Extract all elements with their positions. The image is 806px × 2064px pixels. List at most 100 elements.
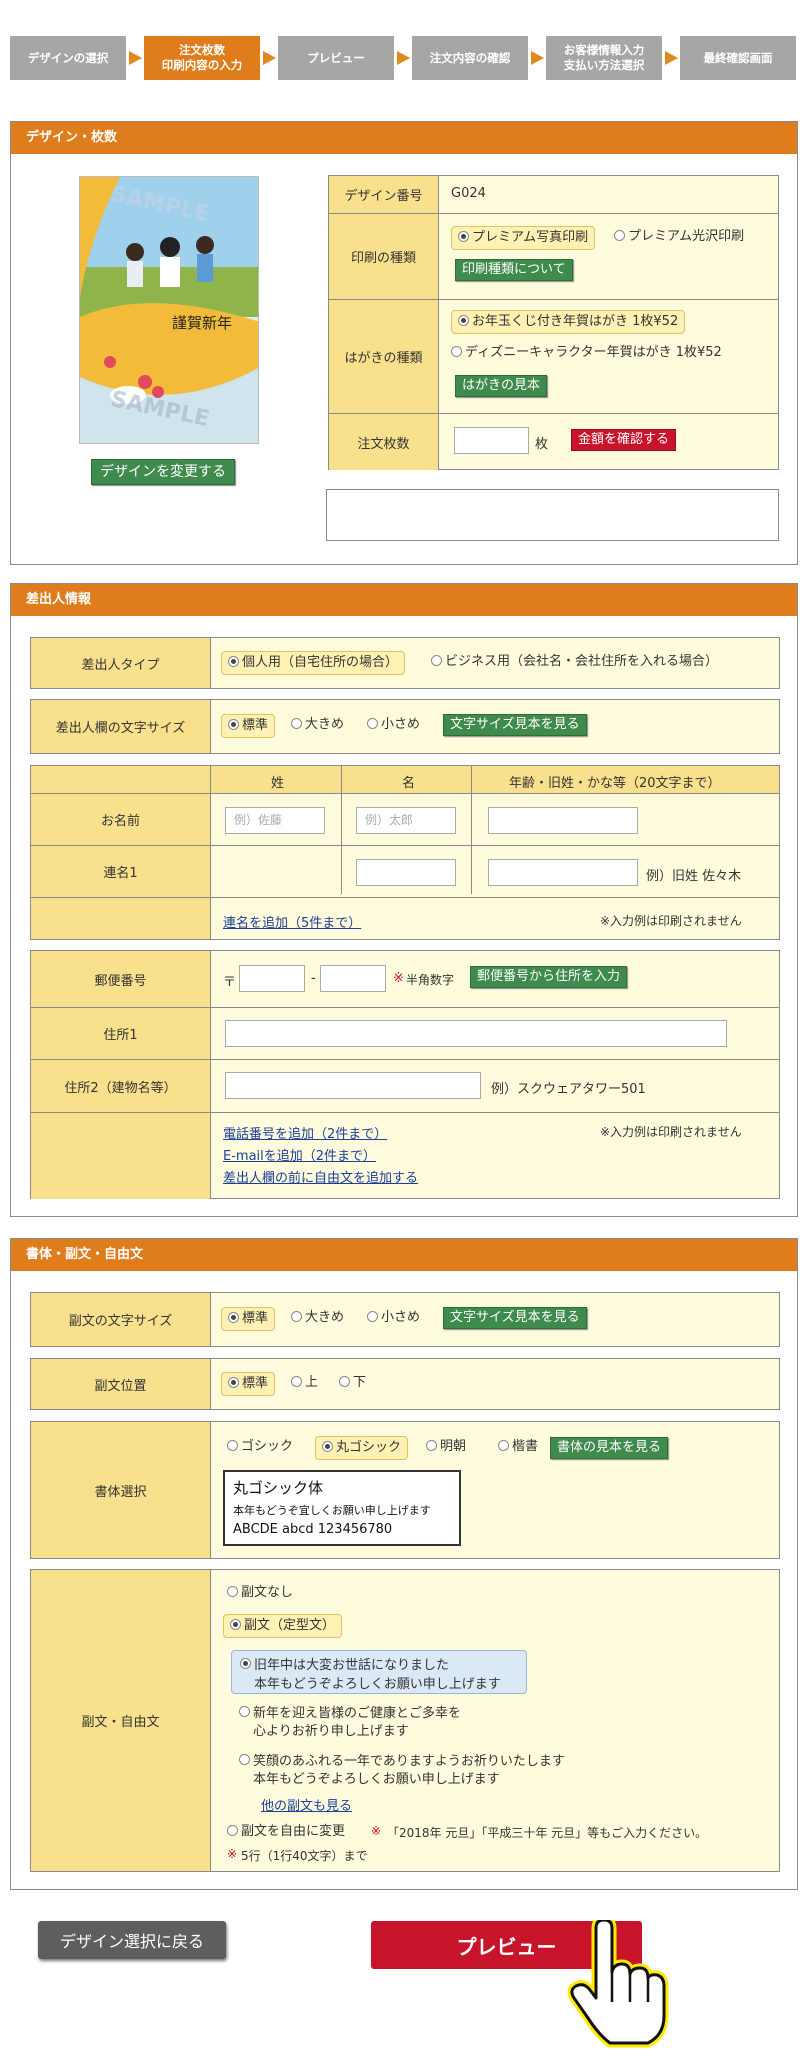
design-number-value: G024: [451, 186, 486, 201]
pos-top[interactable]: 上: [291, 1374, 318, 1392]
font-message-section: 書体・副文・自由文 副文の文字サイズ 標準 大きめ 小さめ 文字サイズ見本を見る…: [10, 1238, 798, 1890]
add-email-link[interactable]: E-mailを追加（2件まで）: [223, 1145, 376, 1164]
radio-icon: [228, 1377, 239, 1388]
sender-info-section: 差出人情報 差出人タイプ 個人用（自宅住所の場合） ビジネス用（会社名・会社住所…: [10, 583, 798, 1217]
step-arrow-icon: [531, 51, 544, 65]
message-option-3[interactable]: 笑顔のあふれる一年でありますようお祈りいたします 本年もどうぞよろしくお願い申し…: [231, 1748, 681, 1788]
step-final: 最終確認画面: [680, 36, 796, 80]
radio-icon: [239, 1754, 250, 1765]
print-type-info-button[interactable]: 印刷種類について: [455, 259, 573, 281]
print-type-premium-photo[interactable]: プレミアム写真印刷: [451, 226, 596, 250]
row-divider: [211, 897, 779, 898]
back-to-design-button[interactable]: デザイン選択に戻る: [38, 1921, 226, 1959]
msg-size-sample-button[interactable]: 文字サイズ見本を見る: [443, 1307, 587, 1329]
zip-mark: 〒: [223, 975, 237, 990]
more-messages-link[interactable]: 他の副文も見る: [261, 1795, 352, 1814]
radio-icon: [291, 718, 302, 729]
option-label: 標準: [242, 1376, 269, 1391]
radio-icon: [227, 1825, 238, 1836]
card-type-disney[interactable]: ディズニーキャラクター年賀はがき 1枚¥52: [451, 344, 722, 362]
step-design-select: デザインの選択: [10, 36, 126, 80]
zip-second-input[interactable]: [320, 965, 386, 992]
font-maru-gothic[interactable]: 丸ゴシック: [315, 1436, 409, 1460]
renmei-mei-input[interactable]: [356, 859, 456, 886]
radio-icon: [291, 1311, 302, 1322]
step-arrow-icon: [397, 51, 410, 65]
font-kaisho[interactable]: 楷書: [498, 1438, 538, 1456]
msg-size-small[interactable]: 小さめ: [367, 1309, 420, 1327]
message-position-label: 副文位置: [31, 1359, 211, 1409]
option-label: 大きめ: [305, 1310, 345, 1325]
msg-size-standard[interactable]: 標準: [221, 1307, 276, 1331]
address1-input[interactable]: [225, 1020, 727, 1047]
address2-row: 住所2（建物名等） 例）スクウェアタワー501: [31, 1059, 779, 1112]
name-table: 姓 名 年齢・旧姓・かな等（20文字まで） お名前 例）佐藤 例）太郎 連名1 …: [30, 765, 780, 940]
radio-icon: [228, 656, 239, 667]
fukubun-none[interactable]: 副文なし: [227, 1584, 293, 1602]
design-number-label: デザイン番号: [329, 176, 439, 213]
card-sample-button[interactable]: はがきの見本: [455, 375, 548, 397]
option-label: 上: [305, 1375, 319, 1390]
name-label: お名前: [31, 794, 211, 846]
msg-size-large[interactable]: 大きめ: [291, 1309, 344, 1327]
zip-first-input[interactable]: [239, 965, 305, 992]
radio-icon: [458, 315, 469, 326]
message-position-box: 副文位置 標準 上 下: [30, 1358, 780, 1410]
radio-icon: [240, 1658, 251, 1669]
fukubun-free[interactable]: 副文を自由に変更: [227, 1823, 345, 1841]
change-design-button[interactable]: デザインを変更する: [91, 459, 235, 485]
radio-icon: [431, 655, 442, 666]
sender-type-business[interactable]: ビジネス用（会社名・会社住所を入れる場合）: [431, 653, 718, 671]
message-option-2[interactable]: 新年を迎え皆様のご健康とご多幸を 心よりお祈り申し上げます: [231, 1700, 631, 1740]
radio-icon: [426, 1440, 437, 1451]
zip-dash: -: [311, 971, 316, 986]
step-preview: プレビュー: [278, 36, 394, 80]
step-arrow-icon: [129, 51, 142, 65]
fukubun-fixed[interactable]: 副文（定型文）: [223, 1614, 343, 1638]
address2-input[interactable]: [225, 1072, 481, 1099]
quantity-row: 注文枚数 枚 金額を確認する: [329, 413, 778, 470]
quantity-input[interactable]: [454, 427, 529, 454]
size-large[interactable]: 大きめ: [291, 716, 344, 734]
section-title: 差出人情報: [11, 584, 797, 616]
renmei-extra-input[interactable]: [488, 859, 638, 886]
step-arrow-icon: [263, 51, 276, 65]
option-label: 標準: [242, 718, 269, 733]
option-label: ディズニーキャラクター年賀はがき 1枚¥52: [465, 345, 722, 360]
option-label: 丸ゴシック: [336, 1440, 402, 1455]
font-gothic[interactable]: ゴシック: [227, 1438, 293, 1456]
add-renmei-link[interactable]: 連名を追加（5件まで）: [223, 912, 361, 931]
sei-input[interactable]: 例）佐藤: [225, 807, 325, 834]
font-sample-button[interactable]: 書体の見本を見る: [550, 1437, 669, 1459]
font-size-sample-button[interactable]: 文字サイズ見本を見る: [443, 714, 587, 736]
step-order-input: 注文枚数 印刷内容の入力: [144, 36, 260, 80]
print-type-premium-gloss[interactable]: プレミアム光沢印刷: [614, 228, 744, 246]
size-small[interactable]: 小さめ: [367, 716, 420, 734]
pos-bottom[interactable]: 下: [339, 1374, 366, 1392]
font-select-label: 書体選択: [31, 1422, 211, 1558]
card-type-otoshidama[interactable]: お年玉くじ付き年賀はがき 1枚¥52: [451, 310, 686, 334]
radio-icon: [367, 718, 378, 729]
message-option-1[interactable]: 旧年中は大変お世話になりました 本年もどうぞよろしくお願い申し上げます: [231, 1650, 527, 1694]
option-label: 副文を自由に変更: [241, 1824, 346, 1839]
font-mincho[interactable]: 明朝: [426, 1438, 466, 1456]
sender-type-personal[interactable]: 個人用（自宅住所の場合）: [221, 651, 406, 675]
message-2-line1: 新年を迎え皆様のご健康とご多幸を: [253, 1706, 462, 1721]
radio-icon: [228, 1312, 239, 1323]
print-type-label: 印刷の種類: [329, 214, 439, 299]
check-price-button[interactable]: 金額を確認する: [571, 429, 677, 451]
zip-lookup-button[interactable]: 郵便番号から住所を入力: [470, 966, 628, 988]
input-example-note: ※入力例は印刷されません: [600, 914, 742, 928]
sender-type-box: 差出人タイプ 個人用（自宅住所の場合） ビジネス用（会社名・会社住所を入れる場合…: [30, 637, 780, 689]
size-standard[interactable]: 標準: [221, 714, 276, 738]
additional-info-row: 電話番号を追加（2件まで） E-mailを追加（2件まで） 差出人欄の前に自由文…: [31, 1112, 779, 1199]
message-1-line2: 本年もどうぞよろしくお願い申し上げます: [254, 1677, 501, 1692]
renmei-add-label-cell: [31, 898, 211, 939]
radio-icon: [367, 1311, 378, 1322]
radio-icon: [451, 346, 462, 357]
name-extra-input[interactable]: [488, 807, 638, 834]
pos-standard[interactable]: 標準: [221, 1372, 276, 1396]
add-free-text-link[interactable]: 差出人欄の前に自由文を追加する: [223, 1167, 418, 1186]
mei-input[interactable]: 例）太郎: [356, 807, 456, 834]
add-phone-link[interactable]: 電話番号を追加（2件まで）: [223, 1123, 387, 1142]
